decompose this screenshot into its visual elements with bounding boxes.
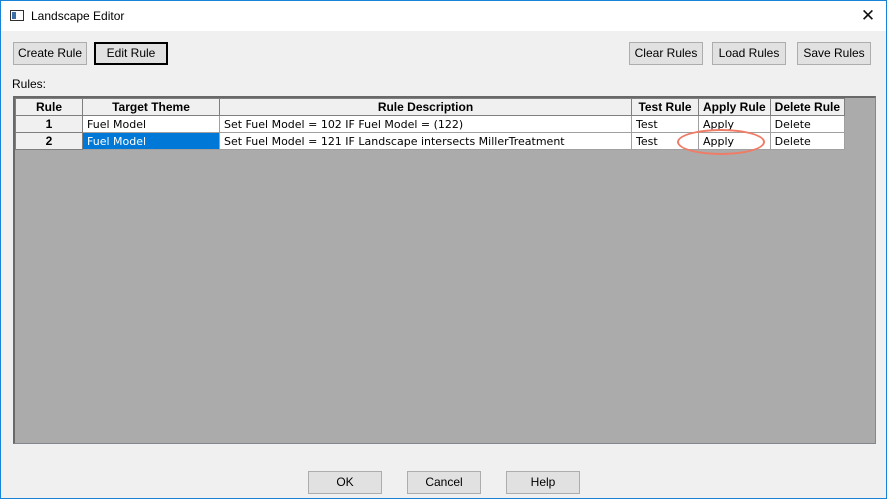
landscape-editor-window: Landscape Editor ✕ Create Rule Edit Rule… bbox=[0, 0, 887, 499]
cancel-button[interactable]: Cancel bbox=[407, 471, 481, 494]
delete-rule-button[interactable]: Delete bbox=[769, 132, 846, 150]
delete-rule-button[interactable]: Delete bbox=[769, 115, 846, 133]
table-row[interactable]: 1 Fuel Model Set Fuel Model = 102 IF Fue… bbox=[15, 115, 846, 133]
test-rule-button[interactable]: Test bbox=[631, 132, 699, 150]
rules-table: Rule Target Theme Rule Description Test … bbox=[15, 98, 846, 150]
ok-button[interactable]: OK bbox=[308, 471, 382, 494]
target-theme-cell[interactable]: Fuel Model bbox=[82, 115, 220, 133]
rule-description-cell[interactable]: Set Fuel Model = 102 IF Fuel Model = (12… bbox=[219, 115, 632, 133]
rules-grid[interactable]: Rule Target Theme Rule Description Test … bbox=[13, 96, 876, 444]
rules-label: Rules: bbox=[12, 77, 47, 91]
create-rule-button[interactable]: Create Rule bbox=[13, 42, 87, 65]
window-app-icon bbox=[10, 10, 24, 21]
column-header-apply-rule[interactable]: Apply Rule bbox=[698, 98, 771, 116]
column-header-delete-rule[interactable]: Delete Rule bbox=[769, 98, 846, 116]
test-rule-button[interactable]: Test bbox=[631, 115, 699, 133]
window-title: Landscape Editor bbox=[31, 9, 125, 23]
table-row[interactable]: 2 Fuel Model Set Fuel Model = 121 IF Lan… bbox=[15, 132, 846, 150]
title-bar: Landscape Editor ✕ bbox=[1, 1, 886, 31]
apply-rule-button[interactable]: Apply bbox=[698, 132, 771, 150]
row-number[interactable]: 2 bbox=[15, 132, 83, 150]
target-theme-cell-selected[interactable]: Fuel Model bbox=[82, 132, 220, 150]
column-header-target-theme[interactable]: Target Theme bbox=[82, 98, 220, 116]
apply-rule-button[interactable]: Apply bbox=[698, 115, 771, 133]
clear-rules-button[interactable]: Clear Rules bbox=[629, 42, 703, 65]
rule-description-cell[interactable]: Set Fuel Model = 121 IF Landscape inters… bbox=[219, 132, 632, 150]
grid-header-row: Rule Target Theme Rule Description Test … bbox=[15, 98, 846, 116]
help-button[interactable]: Help bbox=[506, 471, 580, 494]
edit-rule-button[interactable]: Edit Rule bbox=[94, 42, 168, 65]
save-rules-button[interactable]: Save Rules bbox=[797, 42, 871, 65]
column-header-test-rule[interactable]: Test Rule bbox=[631, 98, 699, 116]
row-number[interactable]: 1 bbox=[15, 115, 83, 133]
load-rules-button[interactable]: Load Rules bbox=[712, 42, 786, 65]
column-header-rule-description[interactable]: Rule Description bbox=[219, 98, 632, 116]
close-icon[interactable]: ✕ bbox=[856, 5, 880, 27]
column-header-rule[interactable]: Rule bbox=[15, 98, 83, 116]
